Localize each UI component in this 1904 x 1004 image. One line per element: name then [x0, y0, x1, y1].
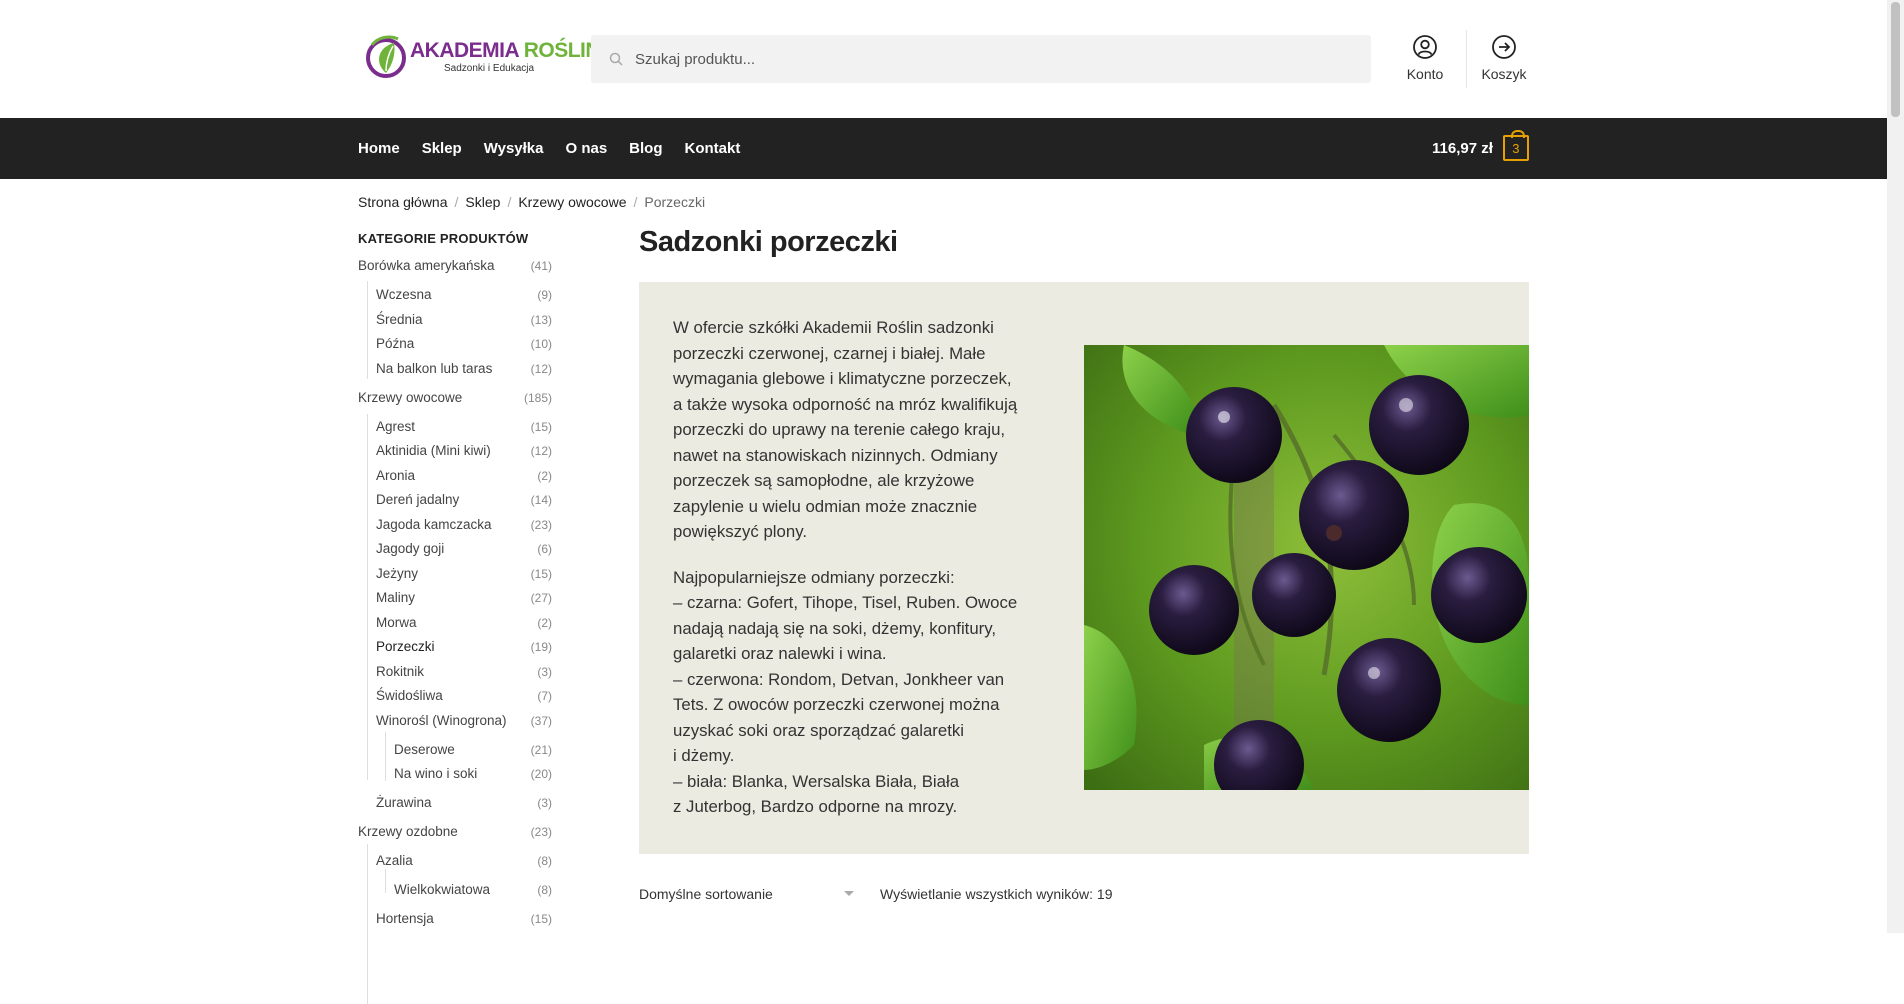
category-item[interactable]: Hortensja (15): [358, 909, 552, 934]
description-paragraph: Najpopularniejsze odmiany porzeczki: – c…: [673, 567, 1018, 817]
category-item[interactable]: Świdośliwa (7): [358, 686, 552, 711]
search-icon: [609, 52, 623, 66]
category-item[interactable]: Na wino i soki (20): [358, 764, 552, 793]
site-header: AKADEMIA ROŚLIN Sadzonki i Edukacja Kont…: [0, 0, 1887, 118]
cart-label: Koszyk: [1481, 66, 1527, 82]
blackcurrant-photo: [1084, 345, 1529, 790]
user-circle-icon: [1413, 35, 1437, 59]
breadcrumb: Strona główna / Sklep / Krzewy owocowe /…: [358, 194, 705, 210]
nav-home[interactable]: Home: [358, 140, 400, 157]
category-item[interactable]: Wielkokwiatowa (8): [358, 880, 552, 909]
category-description: W ofercie szkółki Akademii Roślin sadzon…: [639, 282, 1529, 854]
site-logo[interactable]: AKADEMIA ROŚLIN Sadzonki i Edukacja: [364, 33, 601, 81]
leaf-logo-icon: [366, 35, 406, 78]
category-item[interactable]: Dereń jadalny (14): [358, 490, 552, 515]
category-item[interactable]: Azalia (8): [358, 851, 552, 880]
description-text: W ofercie szkółki Akademii Roślin sadzon…: [673, 315, 1053, 840]
description-paragraph: W ofercie szkółki Akademii Roślin sadzon…: [673, 318, 1018, 541]
category-list: Borówka amerykańska (41) Wczesna (9) Średn…: [358, 256, 552, 1004]
nav-blog[interactable]: Blog: [629, 140, 662, 157]
cart-link[interactable]: Koszyk: [1474, 34, 1534, 82]
product-categories-widget: KATEGORIE PRODUKTÓW Borówka amerykańska(…: [358, 231, 552, 1004]
cart-count-badge: 3: [1502, 130, 1529, 161]
account-label: Konto: [1406, 66, 1444, 82]
header-divider: [1466, 30, 1467, 88]
category-item[interactable]: Średnia (13): [358, 310, 552, 335]
scrollbar-thumb[interactable]: [1891, 2, 1900, 117]
sort-select[interactable]: Domyślne sortowanie: [639, 886, 854, 902]
category-item[interactable]: Wczesna (9): [358, 285, 552, 310]
category-item[interactable]: Deserowe (21): [358, 740, 552, 765]
breadcrumb-home[interactable]: Strona główna: [358, 194, 448, 210]
category-item[interactable]: Aktinidia (Mini kiwi) (12): [358, 441, 552, 466]
breadcrumb-shop[interactable]: Sklep: [465, 194, 500, 210]
cart-total: 116,97 zł: [1432, 139, 1493, 157]
chevron-down-icon: [844, 891, 854, 896]
category-item[interactable]: Borówka amerykańska (41): [358, 256, 552, 285]
logo-title-part1: AKADEMIA: [410, 39, 524, 62]
category-item[interactable]: Aronia (2): [358, 466, 552, 491]
category-item[interactable]: Jagody goji (6): [358, 539, 552, 564]
logo-title-part2: ROŚLIN: [523, 39, 601, 62]
breadcrumb-separator: /: [507, 194, 512, 210]
category-item[interactable]: Jagoda kamczacka (23): [358, 515, 552, 540]
breadcrumb-fruit-shrubs[interactable]: Krzewy owocowe: [518, 194, 626, 210]
breadcrumb-separator: /: [454, 194, 459, 210]
nav-about[interactable]: O nas: [565, 140, 607, 157]
category-item[interactable]: Maliny (27): [358, 588, 552, 613]
sort-select-value: Domyślne sortowanie: [639, 886, 773, 902]
category-item[interactable]: Rokitnik (3): [358, 662, 552, 687]
product-search[interactable]: [591, 35, 1371, 83]
category-item[interactable]: Krzewy ozdobne (23): [358, 822, 552, 851]
category-item[interactable]: Agrest (15): [358, 417, 552, 442]
account-link[interactable]: Konto: [1395, 34, 1455, 82]
main-navigation: Home Sklep Wysyłka O nas Blog Kontakt 11…: [0, 118, 1887, 179]
header-cart[interactable]: 116,97 zł 3: [1432, 130, 1529, 164]
category-item[interactable]: Późna (10): [358, 334, 552, 359]
category-item[interactable]: Żurawina (3): [358, 793, 552, 822]
category-item[interactable]: Winorośl (Winogrona) (37): [358, 711, 552, 740]
logo-subtitle: Sadzonki i Edukacja: [444, 63, 535, 74]
currant-image: [1084, 345, 1529, 790]
nav-shop[interactable]: Sklep: [422, 140, 462, 157]
category-item[interactable]: Jeżyny (15): [358, 564, 552, 589]
breadcrumb-current: Porzeczki: [644, 194, 706, 210]
category-item[interactable]: Morwa (2): [358, 613, 552, 638]
page-scrollbar[interactable]: [1887, 0, 1904, 933]
nav-menu: Home Sklep Wysyłka O nas Blog Kontakt: [358, 118, 762, 179]
result-count: Wyświetlanie wszystkich wyników: 19: [880, 886, 1113, 902]
nav-shipping[interactable]: Wysyłka: [484, 140, 544, 157]
page-title: Sadzonki porzeczki: [639, 226, 898, 258]
breadcrumb-separator: /: [633, 194, 638, 210]
widget-title: KATEGORIE PRODUKTÓW: [358, 231, 529, 246]
search-input[interactable]: [633, 49, 1337, 69]
nav-contact[interactable]: Kontakt: [685, 140, 741, 157]
category-item[interactable]: Krzewy owocowe (185): [358, 388, 552, 417]
arrow-circle-right-icon: [1492, 35, 1516, 59]
category-item[interactable]: Na balkon lub taras (12): [358, 359, 552, 388]
category-item-current[interactable]: Porzeczki (19): [358, 637, 552, 662]
